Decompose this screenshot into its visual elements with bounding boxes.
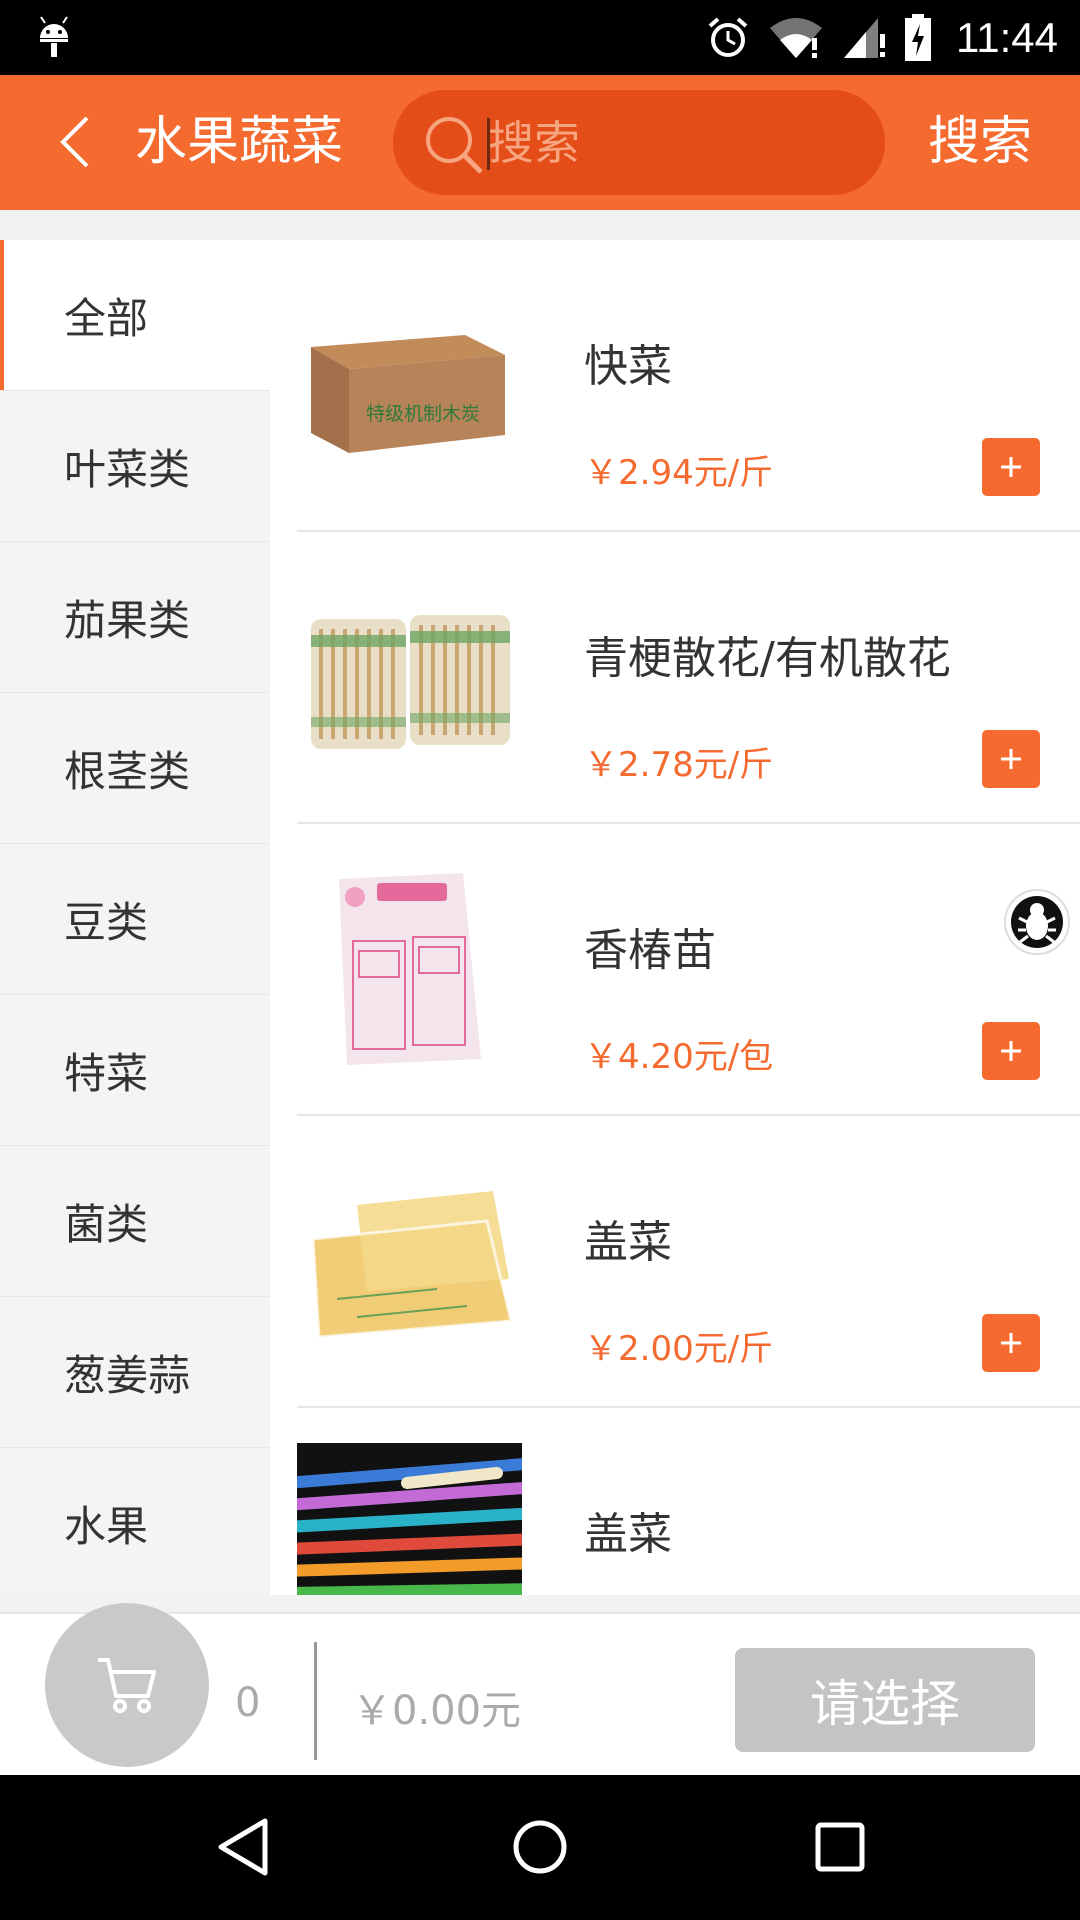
status-time: 11:44 bbox=[956, 14, 1058, 61]
sidebar-item-root[interactable]: 根茎类 bbox=[0, 693, 270, 844]
add-to-cart-button[interactable] bbox=[982, 1022, 1040, 1080]
chopsticks-image bbox=[311, 615, 510, 749]
add-to-cart-button[interactable] bbox=[982, 730, 1040, 788]
sidebar-item-aromatics[interactable]: 葱姜蒜 bbox=[0, 1297, 270, 1448]
add-to-cart-button[interactable] bbox=[982, 1314, 1040, 1372]
straws-image bbox=[297, 1443, 522, 1595]
towel-image bbox=[311, 1191, 513, 1339]
android-icon bbox=[40, 16, 68, 57]
search-button[interactable]: 搜索 bbox=[928, 105, 1032, 180]
svg-text:特级机制木炭: 特级机制木炭 bbox=[366, 403, 480, 425]
product-name: 快菜 bbox=[584, 341, 672, 392]
product-item[interactable]: 盖菜 ￥2.00元/斤 bbox=[297, 1116, 1080, 1408]
product-price: ￥2.94元/斤 bbox=[584, 453, 774, 493]
box-image: 特级机制木炭 bbox=[311, 335, 505, 453]
cart-total: ￥0.00元 bbox=[352, 1688, 522, 1734]
product-price: ￥4.20元/包 bbox=[584, 1037, 774, 1077]
product-item[interactable]: 盖菜 bbox=[297, 1408, 1080, 1595]
status-bar: 11:44 bbox=[0, 0, 1080, 75]
shopping-cart-icon bbox=[98, 1658, 156, 1713]
back-button[interactable] bbox=[40, 107, 110, 177]
signal-icon bbox=[844, 18, 885, 58]
plus-icon bbox=[1001, 1333, 1021, 1353]
sidebar-item-all[interactable]: 全部 bbox=[0, 240, 270, 391]
sidebar-item-specialty[interactable]: 特菜 bbox=[0, 995, 270, 1146]
cart-button[interactable] bbox=[45, 1603, 209, 1767]
alarm-icon bbox=[708, 17, 748, 57]
back-triangle-icon[interactable] bbox=[213, 1815, 273, 1879]
home-circle-icon[interactable] bbox=[510, 1815, 570, 1879]
product-name: 盖菜 bbox=[584, 1217, 672, 1268]
wifi-icon bbox=[770, 18, 822, 58]
plus-icon bbox=[1001, 1041, 1021, 1061]
chevron-left-icon bbox=[60, 116, 89, 168]
checkout-button[interactable]: 请选择 bbox=[735, 1648, 1035, 1752]
category-sidebar: 全部 叶菜类 茄果类 根茎类 豆类 特菜 菌类 葱姜蒜 水果 bbox=[0, 240, 270, 1595]
navigation-bar bbox=[0, 1775, 1080, 1920]
plus-icon bbox=[1001, 457, 1021, 477]
product-name: 青梗散花/有机散花 bbox=[584, 633, 951, 684]
battery-icon bbox=[905, 14, 931, 61]
search-box[interactable] bbox=[393, 90, 885, 195]
sidebar-item-mushroom[interactable]: 菌类 bbox=[0, 1146, 270, 1297]
bag-image bbox=[339, 873, 481, 1065]
plus-icon bbox=[1001, 749, 1021, 769]
recents-square-icon[interactable] bbox=[810, 1815, 870, 1879]
bug-icon[interactable] bbox=[1003, 888, 1071, 956]
product-list: 特级机制木炭 快菜 ￥2.94元/斤 青梗散花/有机散花 ￥2.78元/斤 香椿… bbox=[270, 240, 1080, 1595]
sidebar-item-fruit[interactable]: 水果 bbox=[0, 1448, 270, 1595]
sidebar-item-nightshade[interactable]: 茄果类 bbox=[0, 542, 270, 693]
product-name: 香椿苗 bbox=[584, 925, 716, 976]
page-title: 水果蔬菜 bbox=[135, 112, 344, 172]
search-icon bbox=[426, 117, 483, 174]
product-item[interactable]: 青梗散花/有机散花 ￥2.78元/斤 bbox=[297, 532, 1080, 824]
product-price: ￥2.00元/斤 bbox=[584, 1329, 774, 1369]
product-item[interactable]: 香椿苗 ￥4.20元/包 bbox=[297, 824, 1080, 1116]
header-gap bbox=[0, 210, 1080, 240]
sidebar-item-leafy[interactable]: 叶菜类 bbox=[0, 391, 270, 542]
product-name: 盖菜 bbox=[584, 1509, 672, 1560]
product-item[interactable]: 特级机制木炭 快菜 ￥2.94元/斤 bbox=[297, 240, 1080, 532]
search-input[interactable] bbox=[488, 90, 858, 195]
header: 水果蔬菜 搜索 bbox=[0, 75, 1080, 210]
cart-divider bbox=[314, 1642, 317, 1760]
cart-count: 0 bbox=[235, 1680, 261, 1726]
product-price: ￥2.78元/斤 bbox=[584, 745, 774, 785]
sidebar-item-beans[interactable]: 豆类 bbox=[0, 844, 270, 995]
add-to-cart-button[interactable] bbox=[982, 438, 1040, 496]
